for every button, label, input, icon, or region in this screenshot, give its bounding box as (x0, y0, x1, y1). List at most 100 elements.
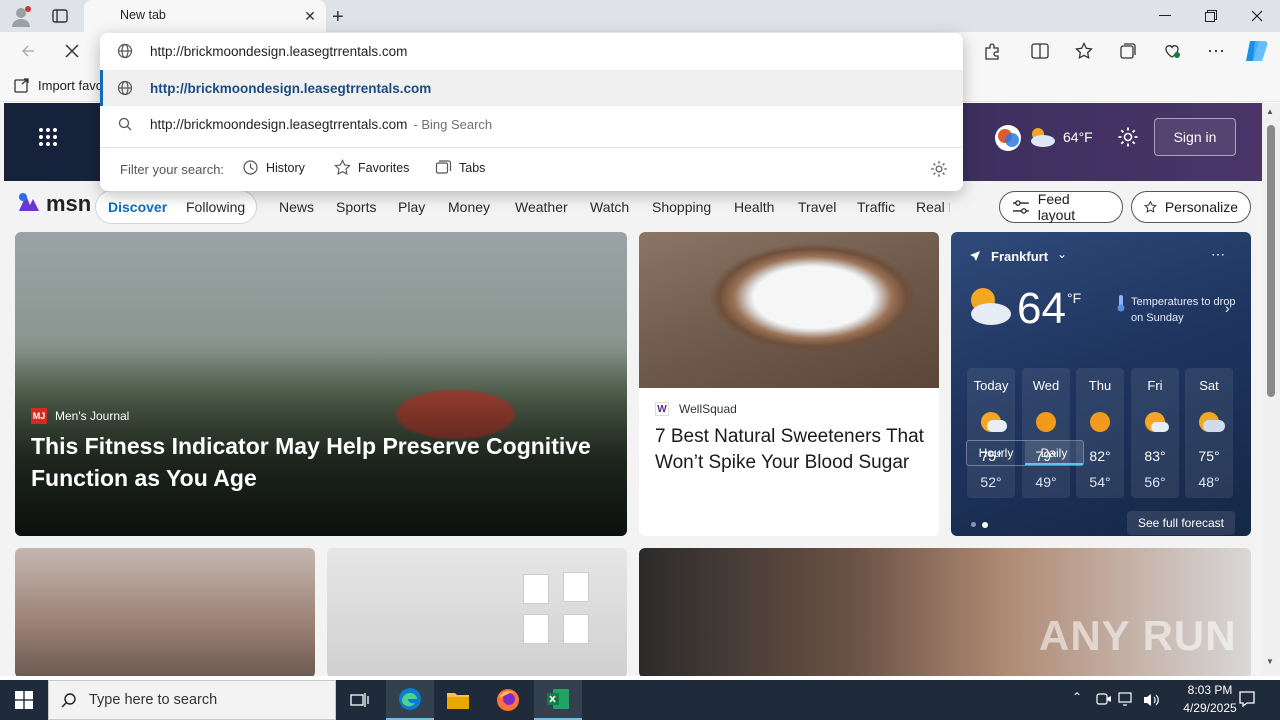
network-icon[interactable] (1118, 692, 1136, 706)
favorites-star-icon[interactable] (1070, 37, 1098, 65)
msn-logo[interactable]: msn (16, 191, 91, 217)
rewards-icon[interactable] (992, 123, 1024, 153)
news-card-fitness[interactable]: MJ Men's Journal This Fitness Indicator … (15, 232, 627, 536)
edge-taskbar-icon[interactable] (386, 680, 434, 720)
personalize-button[interactable]: Personalize (1131, 191, 1251, 223)
title-bar: New tab ✕ + (0, 0, 1280, 32)
day-high: 75° (980, 448, 1002, 464)
notifications-icon[interactable] (1238, 690, 1256, 708)
day-label: Fri (1147, 378, 1163, 393)
feed-layout-button[interactable]: Feed layout (999, 191, 1123, 223)
day-label: Sat (1199, 378, 1219, 393)
forecast-day[interactable]: Thu 82° 54° (1076, 368, 1124, 498)
partly-cloudy-icon (965, 284, 1013, 328)
location-chevron-icon[interactable]: ⌄ (1057, 247, 1067, 261)
nav-shopping[interactable]: Shopping (652, 199, 711, 215)
scroll-down-icon[interactable]: ▼ (1266, 657, 1274, 666)
filter-favorites[interactable]: Favorites (334, 159, 409, 176)
alert-chevron-icon[interactable]: › (1225, 300, 1230, 316)
stop-loading-icon[interactable] (58, 37, 86, 65)
nav-traffic[interactable]: Traffic (857, 199, 895, 215)
extensions-icon[interactable] (978, 37, 1006, 65)
see-full-forecast-link[interactable]: See full forecast (1127, 511, 1235, 535)
weather-location[interactable]: Frankfurt (991, 249, 1048, 264)
close-tab-icon[interactable]: ✕ (302, 8, 318, 24)
forecast-day[interactable]: Wed 79° 49° (1022, 368, 1070, 498)
excel-icon[interactable] (534, 680, 582, 720)
news-card-image[interactable]: ANY RUN (639, 548, 1251, 676)
filter-tabs[interactable]: Tabs (435, 159, 485, 176)
new-tab-button[interactable]: + (332, 6, 344, 29)
weather-more-icon[interactable]: ⋯ (1211, 246, 1225, 263)
address-bar[interactable]: http://brickmoondesign.leasegtrrentals.c… (100, 33, 963, 69)
tab-following[interactable]: Following (186, 199, 245, 215)
profile-icon[interactable] (10, 6, 32, 28)
task-view-icon[interactable] (336, 680, 384, 720)
carousel-dots[interactable] (971, 522, 988, 528)
card-headline[interactable]: 7 Best Natural Sweeteners That Won’t Spi… (655, 424, 925, 476)
day-high: 79° (1035, 448, 1057, 464)
show-hidden-icons[interactable]: ⌃ (1072, 690, 1082, 704)
header-temp[interactable]: 64°F (1063, 129, 1093, 145)
import-favorites-link[interactable]: Import favo (38, 78, 103, 93)
apps-grid-icon[interactable] (38, 127, 58, 147)
nav-travel[interactable]: Travel (798, 199, 836, 215)
weather-card[interactable]: Frankfurt ⌄ ⋯ 64 °F Temperatures to drop… (951, 232, 1251, 536)
meet-now-icon[interactable] (1096, 692, 1112, 706)
sliders-icon (1012, 200, 1029, 214)
split-screen-icon[interactable] (1026, 37, 1054, 65)
copilot-icon[interactable] (1244, 39, 1270, 63)
news-card-image[interactable] (15, 548, 315, 676)
nav-watch[interactable]: Watch (590, 199, 629, 215)
personalize-icon (1144, 200, 1157, 213)
minimize-button[interactable] (1142, 0, 1188, 32)
close-window-button[interactable] (1234, 0, 1280, 32)
sign-in-button[interactable]: Sign in (1154, 118, 1236, 156)
tab-title: New tab (120, 8, 166, 22)
settings-gear-icon[interactable] (1117, 126, 1139, 148)
search-settings-gear-icon[interactable] (930, 160, 948, 178)
nav-real-estate[interactable]: Real E (916, 199, 950, 215)
day-low: 49° (1035, 474, 1057, 490)
suggestion-url-text: http://brickmoondesign.leasegtrrentals.c… (150, 80, 432, 96)
forecast-day[interactable]: Sat 75° 48° (1185, 368, 1233, 498)
day-low: 48° (1198, 474, 1220, 490)
favorites-icon (334, 159, 351, 175)
taskbar-search[interactable]: Type here to search (48, 680, 336, 720)
windows-start-icon[interactable] (0, 680, 48, 720)
scroll-up-icon[interactable]: ▲ (1266, 107, 1274, 116)
forecast-day[interactable]: Today 75° 52° (967, 368, 1015, 498)
nav-weather[interactable]: Weather (515, 199, 568, 215)
tab-discover[interactable]: Discover (108, 199, 167, 215)
location-arrow-icon (969, 250, 981, 262)
filter-history[interactable]: History (242, 159, 305, 176)
more-options-icon[interactable]: ⋯ (1202, 37, 1230, 65)
volume-icon[interactable] (1142, 692, 1160, 708)
restore-button[interactable] (1188, 0, 1234, 32)
nav-money[interactable]: Money (448, 199, 490, 215)
back-icon[interactable] (14, 37, 42, 65)
filter-label: Filter your search: (120, 162, 225, 177)
search-icon (100, 117, 150, 131)
nav-sports[interactable]: Sports (336, 199, 376, 215)
browser-essentials-icon[interactable] (1158, 37, 1186, 65)
tab-actions-icon[interactable] (52, 8, 68, 24)
firefox-icon[interactable] (484, 680, 532, 720)
address-input[interactable]: http://brickmoondesign.leasegtrrentals.c… (150, 44, 407, 59)
suggestion-url[interactable]: http://brickmoondesign.leasegtrrentals.c… (100, 70, 963, 106)
card-headline[interactable]: This Fitness Indicator May Help Preserve… (31, 430, 611, 494)
msn-logo-text: msn (46, 191, 92, 216)
file-explorer-icon[interactable] (434, 680, 482, 720)
collections-icon[interactable] (1114, 37, 1142, 65)
forecast-day[interactable]: Fri 83° 56° (1131, 368, 1179, 498)
suggestion-search[interactable]: http://brickmoondesign.leasegtrrentals.c… (100, 106, 963, 142)
page-scrollbar[interactable]: ▲ ▼ (1262, 103, 1280, 676)
nav-play[interactable]: Play (398, 199, 425, 215)
scroll-thumb[interactable] (1267, 125, 1275, 397)
nav-health[interactable]: Health (734, 199, 774, 215)
news-card-image[interactable] (327, 548, 627, 676)
tab-new-tab[interactable]: New tab ✕ (84, 0, 326, 32)
news-card-sweeteners[interactable]: W WellSquad 7 Best Natural Sweeteners Th… (639, 232, 939, 536)
header-weather-icon[interactable] (1028, 127, 1056, 147)
nav-news[interactable]: News (279, 199, 314, 215)
